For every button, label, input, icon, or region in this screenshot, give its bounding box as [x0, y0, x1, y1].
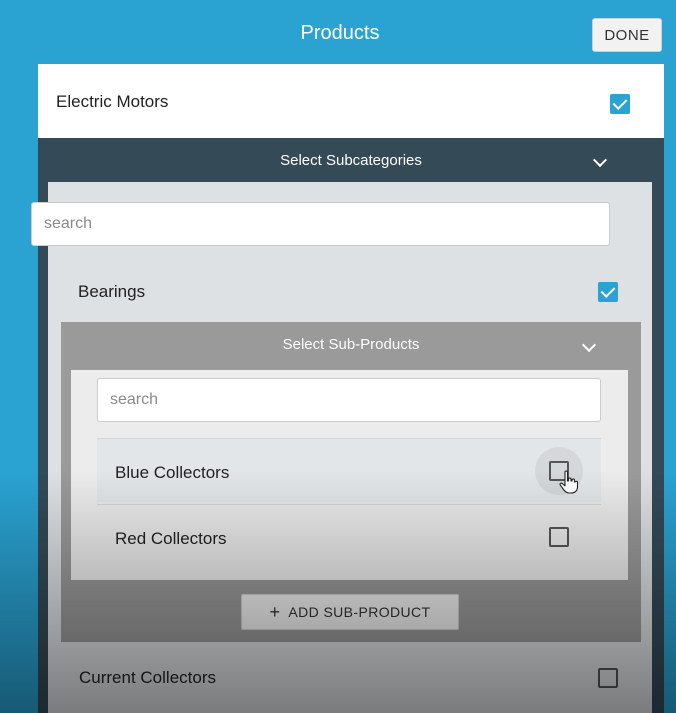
subproducts-body: Blue Collectors Red Collectors	[71, 370, 628, 580]
subcategories-section: Select Subcategories Bearings Select Sub…	[31, 138, 664, 713]
header: Products DONE	[16, 10, 664, 60]
subproducts-section: Select Sub-Products Blue Collectors Red …	[61, 322, 641, 642]
subcategories-body: Bearings Select Sub-Products Blue Collec…	[31, 182, 652, 713]
add-sub-product-label: ADD SUB-PRODUCT	[288, 603, 431, 620]
category-row-electric-motors[interactable]: Electric Motors	[38, 64, 664, 138]
subcategories-header[interactable]: Select Subcategories	[38, 152, 664, 169]
subcategory-search-input[interactable]	[31, 202, 610, 246]
app-frame: Products DONE Electric Motors Select Sub…	[0, 0, 676, 713]
subcategory-label: Current Collectors	[79, 668, 216, 687]
subproduct-label: Red Collectors	[115, 529, 227, 548]
page-title: Products	[300, 22, 380, 44]
subcategory-checkbox-checked[interactable]	[598, 282, 618, 302]
done-button[interactable]: DONE	[592, 18, 662, 52]
products-panel: Electric Motors Select Subcategories Bea…	[31, 64, 664, 713]
subproduct-search-input[interactable]	[97, 378, 601, 422]
category-checkbox-checked[interactable]	[610, 94, 630, 114]
plus-icon: +	[269, 601, 281, 622]
category-label: Electric Motors	[56, 92, 169, 111]
subproduct-row-blue-collectors[interactable]: Blue Collectors	[97, 438, 601, 502]
subproduct-label: Blue Collectors	[115, 463, 230, 482]
subproducts-header[interactable]: Select Sub-Products	[61, 336, 641, 353]
subcategory-label: Bearings	[78, 282, 146, 301]
subproduct-row-red-collectors[interactable]: Red Collectors	[97, 504, 601, 568]
add-sub-product-button[interactable]: + ADD SUB-PRODUCT	[241, 594, 459, 630]
hand-pointer-icon	[559, 470, 579, 494]
subcategory-checkbox[interactable]	[598, 668, 618, 688]
subproduct-checkbox[interactable]	[549, 527, 569, 547]
